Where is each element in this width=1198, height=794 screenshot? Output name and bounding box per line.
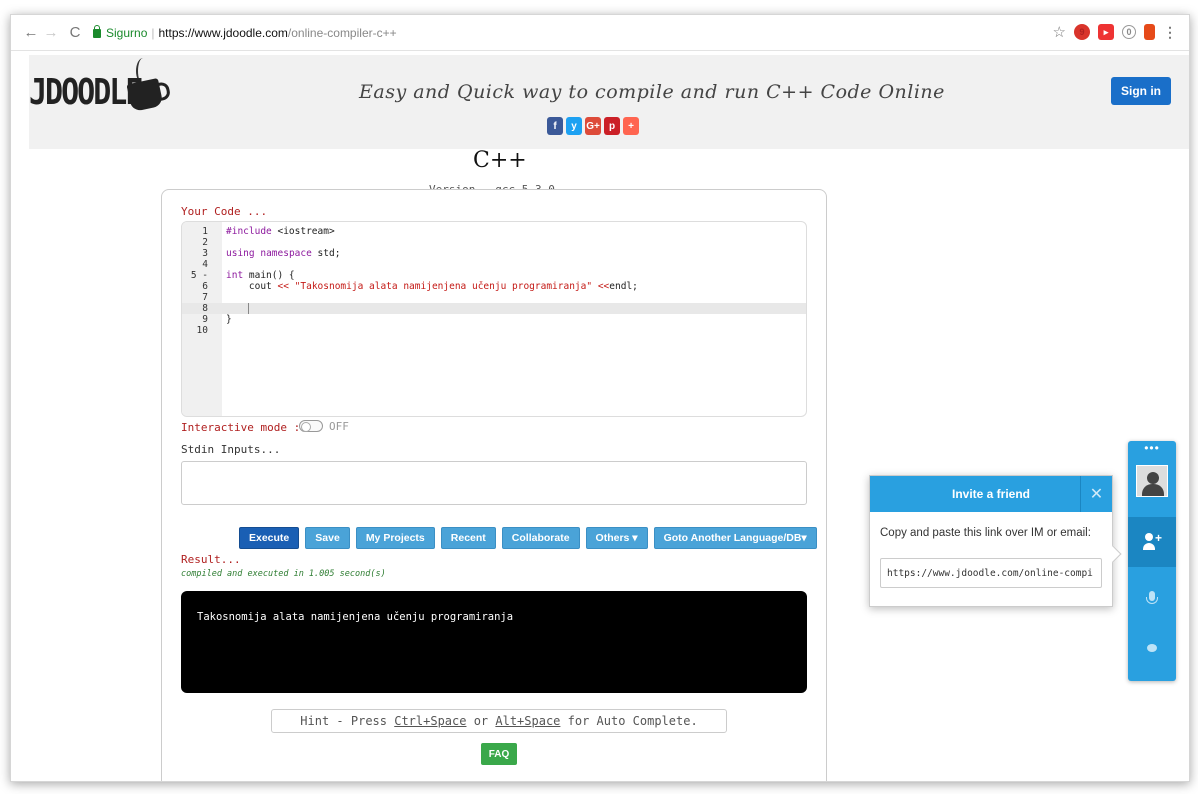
line-number: 2 (202, 237, 208, 248)
code-text: } (226, 314, 232, 325)
chat-button[interactable] (1128, 623, 1176, 673)
hint-prefix: Hint - Press (300, 714, 395, 728)
output-console: Takosnomija alata namijenjena učenju pro… (181, 591, 807, 693)
code-line[interactable]: 5 - int main() { (182, 270, 806, 281)
code-line[interactable]: 9} (182, 314, 806, 325)
code-line[interactable]: 7 (182, 292, 806, 303)
result-label: Result... (181, 553, 241, 566)
code-text: int main() { (226, 270, 295, 281)
googleplus-share-icon[interactable]: G+ (585, 117, 601, 135)
invite-instructions: Copy and paste this link over IM or emai… (880, 527, 1091, 539)
extension-pocket-icon[interactable]: ▸ (1098, 24, 1114, 40)
site-header: JDOODLE Easy and Quick way to compile an… (29, 55, 1189, 149)
microphone-button[interactable] (1128, 571, 1176, 621)
line-number: 5 - (190, 270, 208, 281)
save-button[interactable]: Save (305, 527, 350, 549)
goto-language-dropdown[interactable]: Goto Another Language/DB▾ (653, 527, 817, 549)
lock-icon (93, 24, 101, 38)
line-number: 8 (202, 303, 208, 314)
line-number: 9 (202, 314, 208, 325)
url-path: /online-compiler-c++ (287, 26, 397, 40)
code-text: using namespace std; (226, 248, 341, 259)
language-title: C++ (473, 148, 527, 173)
others-dropdown[interactable]: Others ▾ (585, 527, 648, 549)
interactive-mode-state: OFF (329, 420, 349, 433)
pinterest-share-icon[interactable]: p (604, 117, 620, 135)
code-text: cout << "Takosnomija alata namijenjena u… (226, 281, 638, 292)
toolbar-right: ☆ 9 ▸ 0 ⋮ (1053, 23, 1177, 42)
interactive-mode-label: Interactive mode : (181, 421, 301, 434)
chat-icon (1147, 644, 1157, 652)
add-user-icon: + (1143, 531, 1162, 551)
avatar[interactable] (1136, 465, 1168, 497)
signin-button[interactable]: Sign in (1111, 77, 1171, 105)
office-extension-icon[interactable] (1144, 24, 1155, 40)
code-line[interactable]: 8 (182, 303, 806, 314)
popup-arrow (1104, 545, 1122, 563)
twitter-share-icon[interactable]: y (566, 117, 582, 135)
line-number: 1 (202, 226, 208, 237)
hint-key-alt-space: Alt+Space (495, 714, 561, 728)
code-line[interactable]: 3 using namespace std; (182, 248, 806, 259)
extension-circle-icon[interactable]: 0 (1122, 25, 1136, 39)
output-text: Takosnomija alata namijenjena učenju pro… (197, 611, 514, 623)
hint-key-ctrl-space: Ctrl+Space (394, 714, 467, 728)
code-label: Your Code ... (181, 205, 268, 218)
invite-link-field[interactable] (880, 558, 1102, 588)
browser-window: ← → C Sigurno | https://www.jdoodle.com … (10, 14, 1190, 782)
address-separator: | (151, 26, 155, 40)
add-user-button[interactable]: + (1128, 517, 1176, 567)
line-number: 6 (202, 281, 208, 292)
sidebar-menu-icon[interactable]: ••• (1128, 441, 1176, 461)
hint-mid: or (466, 714, 496, 728)
hint-suffix: for Auto Complete. (560, 714, 698, 728)
share-buttons: f y G+ p + (547, 117, 639, 135)
bookmark-star-icon[interactable]: ☆ (1053, 23, 1066, 41)
facebook-share-icon[interactable]: f (547, 117, 563, 135)
back-icon[interactable]: ← (21, 23, 41, 43)
invite-popup: Invite a friend ✕ Copy and paste this li… (869, 475, 1122, 607)
invite-title: Invite a friend (870, 476, 1112, 512)
interactive-mode-toggle[interactable] (299, 420, 323, 432)
result-status: compiled and executed in 1.005 second(s) (181, 569, 386, 579)
jdoodle-logo[interactable]: JDOODLE (29, 72, 143, 114)
stdin-label: Stdin Inputs... (181, 443, 281, 456)
tagline: Easy and Quick way to compile and run C+… (359, 81, 945, 103)
faq-button[interactable]: FAQ (481, 743, 517, 765)
text-cursor (248, 303, 249, 314)
code-text: #include <iostream> (226, 226, 335, 237)
url-host: https://www.jdoodle.com (158, 26, 288, 40)
code-editor[interactable]: 1 #include <iostream> 2 3 using namespace st… (181, 221, 807, 417)
browser-toolbar: ← → C Sigurno | https://www.jdoodle.com … (11, 15, 1189, 51)
code-line[interactable]: 2 (182, 237, 806, 248)
line-number: 4 (202, 259, 208, 270)
action-buttons: Execute Save My Projects Recent Collabor… (239, 527, 817, 549)
secure-label: Sigurno (106, 26, 148, 40)
line-number: 7 (202, 292, 208, 303)
recent-button[interactable]: Recent (440, 527, 496, 549)
microphone-icon (1146, 591, 1158, 604)
mug-icon (126, 77, 164, 113)
autocomplete-hint: Hint - Press Ctrl+Space or Alt+Space for… (271, 709, 727, 733)
collaborate-button[interactable]: Collaborate (501, 527, 580, 549)
browser-menu-icon[interactable]: ⋮ (1163, 24, 1177, 41)
close-icon[interactable]: ✕ (1080, 476, 1112, 512)
code-line[interactable]: 4 (182, 259, 806, 270)
code-line[interactable]: 6 cout << "Takosnomija alata namijenjena… (182, 281, 806, 292)
reload-icon[interactable]: C (65, 23, 85, 43)
collaboration-sidebar: ••• + (1128, 441, 1176, 681)
more-share-icon[interactable]: + (623, 117, 639, 135)
line-number: 3 (202, 248, 208, 259)
code-line[interactable]: 10 (182, 325, 806, 336)
address-bar[interactable]: Sigurno | https://www.jdoodle.com /onlin… (93, 22, 397, 44)
execute-button[interactable]: Execute (239, 527, 300, 549)
forward-icon[interactable]: → (41, 23, 61, 43)
stdin-input[interactable] (181, 461, 807, 505)
line-number: 10 (196, 325, 208, 336)
extension-badge-icon[interactable]: 9 (1074, 24, 1090, 40)
my-projects-button[interactable]: My Projects (355, 527, 435, 549)
code-line[interactable]: 1 #include <iostream> (182, 226, 806, 237)
